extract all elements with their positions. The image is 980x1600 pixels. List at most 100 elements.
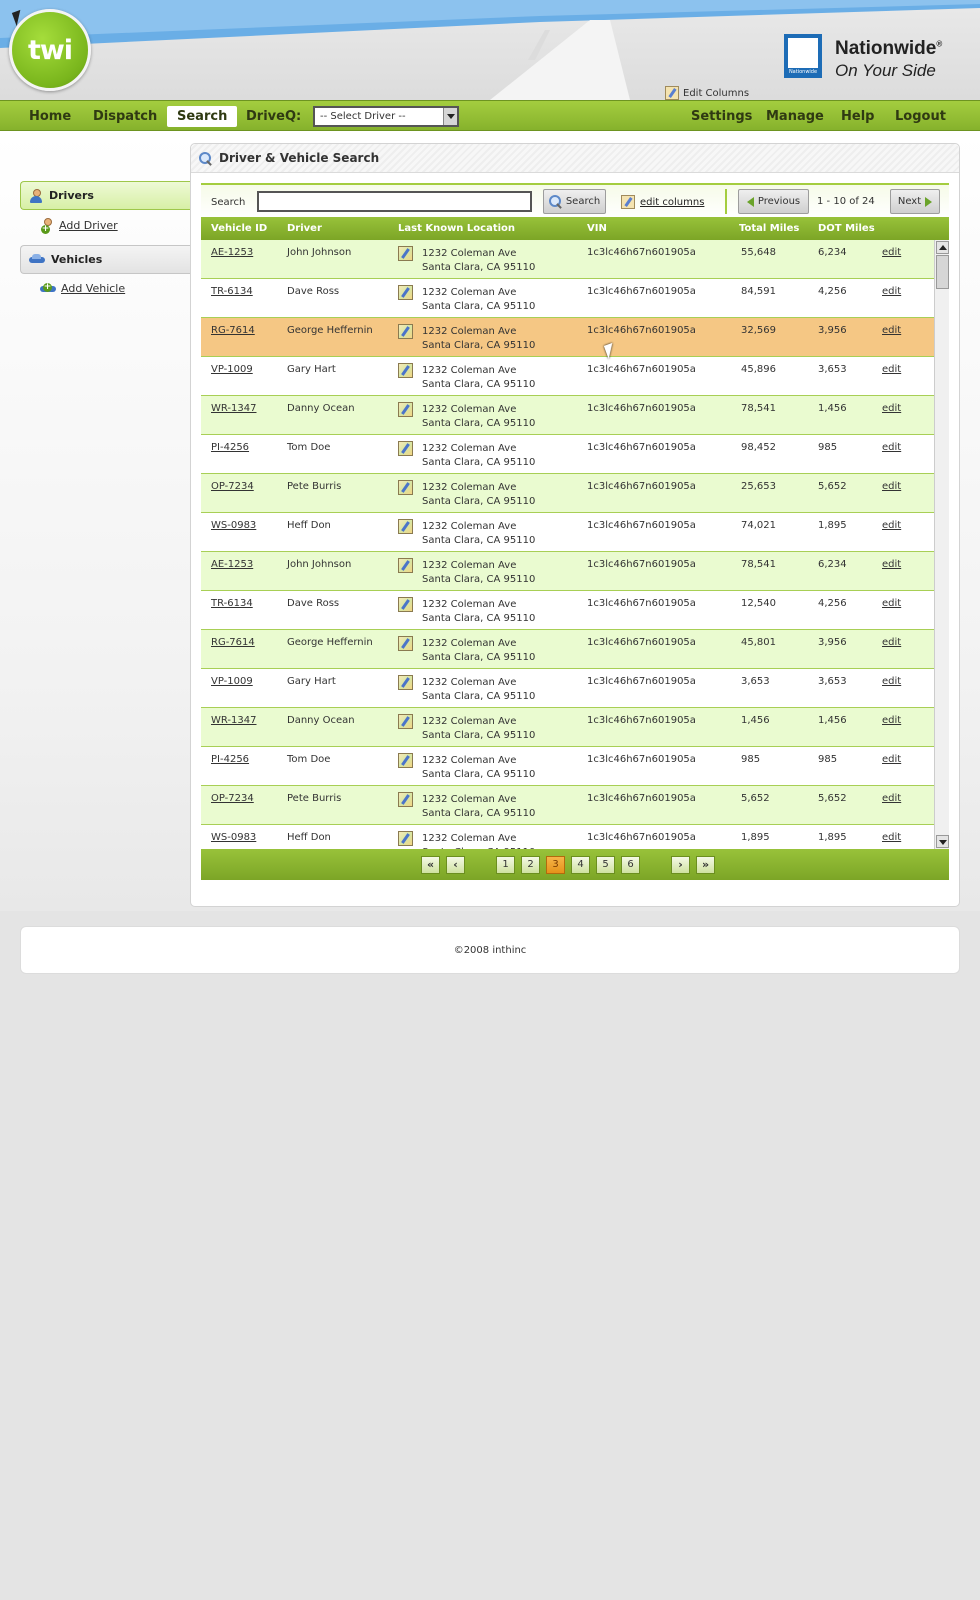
page-5[interactable]: 5 xyxy=(596,856,615,874)
table-row[interactable]: AE-1253 John Johnson 1c3lc46h67n601905a 78,… xyxy=(201,552,934,591)
scroll-thumb[interactable] xyxy=(936,255,949,289)
edit-row-link[interactable]: edit xyxy=(882,832,901,843)
prev-page-button[interactable]: ‹ xyxy=(446,856,465,874)
scroll-up-icon[interactable] xyxy=(936,241,949,254)
page-1[interactable]: 1 xyxy=(496,856,515,874)
map-icon[interactable] xyxy=(398,402,413,417)
table-row[interactable]: VP-1009 Gary Hart 1c3lc46h67n601905a 45,896… xyxy=(201,357,934,396)
page-6[interactable]: 6 xyxy=(621,856,640,874)
next-page-button[interactable]: › xyxy=(671,856,690,874)
vehicle-id-link[interactable]: PI-4256 xyxy=(211,442,249,453)
table-row[interactable]: WS-0983 Heff Don 1c3lc46h67n601905a 1,895 1,… xyxy=(201,825,934,849)
vehicle-id-link[interactable]: TR-6134 xyxy=(211,598,253,609)
table-row[interactable]: TR-6134 Dave Ross 1c3lc46h67n601905a 84,591… xyxy=(201,279,934,318)
last-page-button[interactable]: » xyxy=(696,856,715,874)
nav-logout[interactable]: Logout xyxy=(895,106,946,127)
table-row[interactable]: RG-7614 George Heffernin 1c3lc46h67n601905… xyxy=(201,318,934,357)
map-icon[interactable] xyxy=(398,792,413,807)
vehicle-id-link[interactable]: WR-1347 xyxy=(211,715,257,726)
nav-manage[interactable]: Manage xyxy=(766,106,824,127)
vehicle-id-link[interactable]: WR-1347 xyxy=(211,403,257,414)
nav-help[interactable]: Help xyxy=(841,106,874,127)
table-row[interactable]: AE-1253 John Johnson 1c3lc46h67n601905a 55,… xyxy=(201,240,934,279)
edit-row-link[interactable]: edit xyxy=(882,559,901,570)
next-button[interactable]: Next xyxy=(890,189,940,214)
map-icon[interactable] xyxy=(398,519,413,534)
vehicle-id-link[interactable]: VP-1009 xyxy=(211,364,253,375)
map-icon[interactable] xyxy=(398,285,413,300)
vehicle-id-link[interactable]: RG-7614 xyxy=(211,325,255,336)
previous-button[interactable]: Previous xyxy=(738,189,809,214)
vehicle-id-link[interactable]: PI-4256 xyxy=(211,754,249,765)
sidebar-vehicles-header[interactable]: Vehicles xyxy=(20,245,190,274)
map-icon[interactable] xyxy=(398,441,413,456)
vehicle-id-link[interactable]: AE-1253 xyxy=(211,559,253,570)
edit-row-link[interactable]: edit xyxy=(882,325,901,336)
map-icon[interactable] xyxy=(398,324,413,339)
map-icon[interactable] xyxy=(398,636,413,651)
table-row[interactable]: WS-0983 Heff Don 1c3lc46h67n601905a 74,021 1… xyxy=(201,513,934,552)
edit-row-link[interactable]: edit xyxy=(882,793,901,804)
col-dot-miles[interactable]: DOT Miles xyxy=(818,223,875,234)
edit-row-link[interactable]: edit xyxy=(882,364,901,375)
edit-row-link[interactable]: edit xyxy=(882,286,901,297)
col-vehicle-id[interactable]: Vehicle ID xyxy=(211,223,267,234)
vehicle-id-link[interactable]: VP-1009 xyxy=(211,676,253,687)
col-total-miles[interactable]: Total Miles xyxy=(739,223,799,234)
add-vehicle-link[interactable]: Add Vehicle xyxy=(40,282,125,295)
edit-row-link[interactable]: edit xyxy=(882,520,901,531)
map-icon[interactable] xyxy=(398,246,413,261)
edit-row-link[interactable]: edit xyxy=(882,247,901,258)
chevron-down-icon[interactable] xyxy=(443,108,457,125)
nav-search[interactable]: Search xyxy=(167,106,238,127)
table-row[interactable]: OP-7234 Pete Burris 1c3lc46h67n601905a 25,6… xyxy=(201,474,934,513)
vehicle-id-link[interactable]: OP-7234 xyxy=(211,793,254,804)
table-row[interactable]: PI-4256 Tom Doe 1c3lc46h67n601905a 98,452 98… xyxy=(201,435,934,474)
edit-row-link[interactable]: edit xyxy=(882,754,901,765)
nav-home[interactable]: Home xyxy=(29,106,71,127)
vehicle-id-link[interactable]: WS-0983 xyxy=(211,520,256,531)
table-row[interactable]: TR-6134 Dave Ross 1c3lc46h67n601905a 12,540… xyxy=(201,591,934,630)
edit-row-link[interactable]: edit xyxy=(882,715,901,726)
map-icon[interactable] xyxy=(398,831,413,846)
vehicle-id-link[interactable]: TR-6134 xyxy=(211,286,253,297)
map-icon[interactable] xyxy=(398,675,413,690)
page-4[interactable]: 4 xyxy=(571,856,590,874)
vehicle-id-link[interactable]: WS-0983 xyxy=(211,832,256,843)
table-row[interactable]: RG-7614 George Heffernin 1c3lc46h67n601905… xyxy=(201,630,934,669)
driver-select[interactable]: -- Select Driver -- xyxy=(313,106,459,127)
map-icon[interactable] xyxy=(398,714,413,729)
table-row[interactable]: VP-1009 Gary Hart 1c3lc46h67n601905a 3,653 3… xyxy=(201,669,934,708)
first-page-button[interactable]: « xyxy=(421,856,440,874)
col-location[interactable]: Last Known Location xyxy=(398,223,515,234)
scroll-down-icon[interactable] xyxy=(936,835,949,848)
edit-row-link[interactable]: edit xyxy=(882,481,901,492)
page-2[interactable]: 2 xyxy=(521,856,540,874)
map-icon[interactable] xyxy=(398,753,413,768)
search-button[interactable]: Search xyxy=(543,189,606,214)
edit-row-link[interactable]: edit xyxy=(882,403,901,414)
table-row[interactable]: PI-4256 Tom Doe 1c3lc46h67n601905a 985 985 ed… xyxy=(201,747,934,786)
map-icon[interactable] xyxy=(398,480,413,495)
table-scrollbar[interactable] xyxy=(934,240,949,849)
sidebar-drivers-header[interactable]: Drivers xyxy=(20,181,190,210)
col-vin[interactable]: VIN xyxy=(587,223,607,234)
map-icon[interactable] xyxy=(398,558,413,573)
page-3[interactable]: 3 xyxy=(546,856,565,874)
edit-row-link[interactable]: edit xyxy=(882,442,901,453)
nav-dispatch[interactable]: Dispatch xyxy=(93,106,157,127)
col-driver[interactable]: Driver xyxy=(287,223,322,234)
edit-row-link[interactable]: edit xyxy=(882,598,901,609)
add-driver-link[interactable]: Add Driver xyxy=(40,218,118,234)
edit-row-link[interactable]: edit xyxy=(882,637,901,648)
map-icon[interactable] xyxy=(398,363,413,378)
edit-row-link[interactable]: edit xyxy=(882,676,901,687)
table-row[interactable]: WR-1347 Danny Ocean 1c3lc46h67n601905a 78,5… xyxy=(201,396,934,435)
nav-settings[interactable]: Settings xyxy=(691,106,752,127)
vehicle-id-link[interactable]: OP-7234 xyxy=(211,481,254,492)
vehicle-id-link[interactable]: RG-7614 xyxy=(211,637,255,648)
table-row[interactable]: WR-1347 Danny Ocean 1c3lc46h67n601905a 1,45… xyxy=(201,708,934,747)
edit-columns-link[interactable]: edit columns xyxy=(621,195,704,209)
edit-columns-header-link[interactable]: Edit Columns xyxy=(665,86,749,100)
map-icon[interactable] xyxy=(398,597,413,612)
